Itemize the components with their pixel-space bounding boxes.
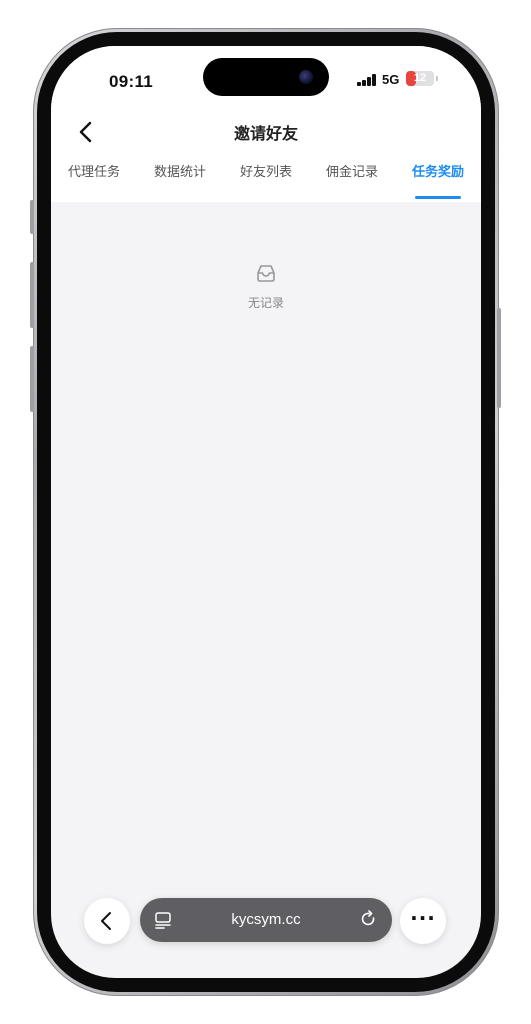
status-time: 09:11 [109, 72, 154, 91]
active-tab-indicator [415, 196, 461, 199]
signal-icon [357, 74, 379, 86]
nav-header: 邀请好友 [51, 108, 481, 156]
inbox-icon [257, 265, 275, 282]
battery-tip [436, 76, 438, 81]
battery-icon: 12 [406, 71, 434, 86]
empty-state: 无记录 [51, 262, 481, 311]
screen: 09:11 5G 12 邀请好友 代理任务 数据统计 好友列表 佣金记录 任务奖… [51, 46, 481, 978]
tab-task-rewards[interactable]: 任务奖励 [395, 156, 481, 202]
more-button[interactable]: ··· [400, 898, 446, 944]
tab-agent-tasks[interactable]: 代理任务 [51, 156, 137, 202]
chevron-left-icon [101, 912, 111, 930]
tab-label: 任务奖励 [411, 165, 464, 180]
page-title: 邀请好友 [233, 124, 298, 143]
tab-label: 数据统计 [153, 165, 206, 180]
status-bar: 09:11 5G 12 [51, 46, 481, 108]
reload-icon[interactable] [360, 910, 378, 928]
volume-up-button [30, 262, 34, 328]
volume-down-button [30, 346, 34, 412]
battery-percent: 12 [413, 72, 427, 84]
empty-state-text: 无记录 [247, 296, 284, 310]
camera-icon [299, 70, 313, 84]
address-bar[interactable]: kycsym.cc [140, 898, 392, 942]
url-text: kycsym.cc [231, 911, 301, 928]
dynamic-island [203, 58, 329, 96]
action-button [30, 200, 34, 234]
browser-back-button[interactable] [84, 898, 130, 944]
tab-friend-list[interactable]: 好友列表 [223, 156, 309, 202]
power-button [497, 308, 501, 408]
tab-bar: 代理任务 数据统计 好友列表 佣金记录 任务奖励 [51, 156, 481, 202]
tab-commission-records[interactable]: 佣金记录 [309, 156, 395, 202]
tab-data-stats[interactable]: 数据统计 [137, 156, 223, 202]
tab-label: 代理任务 [67, 165, 120, 180]
network-label: 5G [382, 72, 400, 87]
tab-label: 佣金记录 [325, 165, 378, 180]
more-icon: ··· [410, 906, 436, 930]
tab-label: 好友列表 [239, 165, 292, 180]
